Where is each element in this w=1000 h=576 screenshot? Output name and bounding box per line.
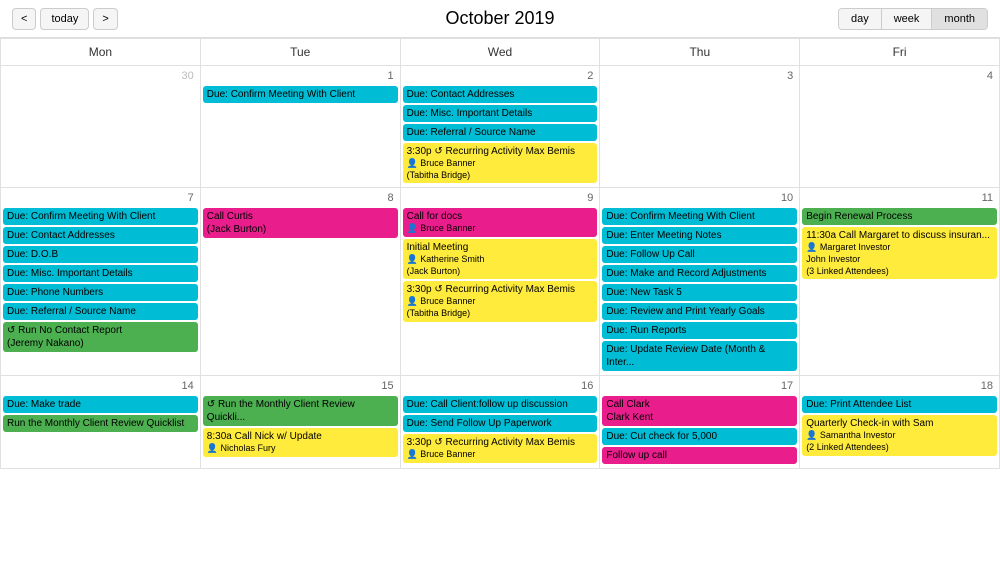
week-view-button[interactable]: week	[882, 9, 933, 29]
event[interactable]: Due: Update Review Date (Month & Inter..…	[602, 341, 797, 371]
event[interactable]: Begin Renewal Process	[802, 208, 997, 225]
event[interactable]: 3:30p ↺ Recurring Activity Max Bemis👤 Br…	[403, 434, 598, 463]
today-button[interactable]: today	[40, 8, 89, 30]
day-number: 4	[802, 68, 997, 84]
event[interactable]: Due: Send Follow Up Paperwork	[403, 415, 598, 432]
day-number: 1	[203, 68, 398, 84]
event[interactable]: Due: Follow Up Call	[602, 246, 797, 263]
event[interactable]: Due: Referral / Source Name	[403, 124, 598, 141]
next-button[interactable]: >	[93, 8, 117, 30]
event[interactable]: Run the Monthly Client Review Quicklist	[3, 415, 198, 432]
day-number: 10	[602, 190, 797, 206]
day-cell[interactable]: 17 Call ClarkClark Kent Due: Cut check for…	[600, 376, 800, 469]
event[interactable]: Due: Call Client:follow up discussion	[403, 396, 598, 413]
event[interactable]: Due: Contact Addresses	[3, 227, 198, 244]
month-view-button[interactable]: month	[932, 9, 987, 29]
col-header-fri: Fri	[800, 39, 1000, 66]
event[interactable]: Due: Confirm Meeting With Client	[3, 208, 198, 225]
day-number: 7	[3, 190, 198, 206]
day-cell[interactable]: 1 Due: Confirm Meeting With Client	[200, 66, 400, 188]
col-header-tue: Tue	[200, 39, 400, 66]
day-number: 18	[802, 378, 997, 394]
col-header-wed: Wed	[400, 39, 600, 66]
calendar-header: < today > October 2019 day week month	[0, 0, 1000, 38]
day-cell[interactable]: 11 Begin Renewal Process 11:30a Call Marga…	[800, 188, 1000, 376]
event[interactable]: Due: Run Reports	[602, 322, 797, 339]
event[interactable]: Due: Referral / Source Name	[3, 303, 198, 320]
event[interactable]: Due: Review and Print Yearly Goals	[602, 303, 797, 320]
day-number: 8	[203, 190, 398, 206]
event[interactable]: Due: Make trade	[3, 396, 198, 413]
col-header-mon: Mon	[1, 39, 201, 66]
day-cell[interactable]: 30	[1, 66, 201, 188]
calendar-grid: Mon Tue Wed Thu Fri 30 1 Due: Confirm Meet…	[0, 38, 1000, 469]
event[interactable]: 3:30p ↺ Recurring Activity Max Bemis👤 Br…	[403, 143, 598, 183]
day-cell[interactable]: 7 Due: Confirm Meeting With Client Due: Co…	[1, 188, 201, 376]
event[interactable]: Due: Phone Numbers	[3, 284, 198, 301]
event[interactable]: Call Curtis(Jack Burton)	[203, 208, 398, 238]
event[interactable]: Due: Print Attendee List	[802, 396, 997, 413]
day-cell[interactable]: 14 Due: Make trade Run the Monthly Client …	[1, 376, 201, 469]
day-cell[interactable]: 2 Due: Contact Addresses Due: Misc. Import…	[400, 66, 600, 188]
prev-button[interactable]: <	[12, 8, 36, 30]
view-switcher: day week month	[838, 8, 988, 30]
day-cell[interactable]: 4	[800, 66, 1000, 188]
event[interactable]: Quarterly Check-in with Sam👤 Samantha In…	[802, 415, 997, 455]
day-number: 17	[602, 378, 797, 394]
day-cell[interactable]: 3	[600, 66, 800, 188]
day-number: 9	[403, 190, 598, 206]
day-number: 15	[203, 378, 398, 394]
event[interactable]: Due: Cut check for 5,000	[602, 428, 797, 445]
event[interactable]: Call for docs👤 Bruce Banner	[403, 208, 598, 237]
day-number: 11	[802, 190, 997, 206]
day-number: 3	[602, 68, 797, 84]
event[interactable]: Due: New Task 5	[602, 284, 797, 301]
day-cell[interactable]: 16 Due: Call Client:follow up discussion D…	[400, 376, 600, 469]
day-number: 14	[3, 378, 198, 394]
event[interactable]: Due: Confirm Meeting With Client	[203, 86, 398, 103]
day-number: 16	[403, 378, 598, 394]
event[interactable]: ↺ Run No Contact Report(Jeremy Nakano)	[3, 322, 198, 352]
event[interactable]: ↺ Run the Monthly Client Review Quickli.…	[203, 396, 398, 426]
event[interactable]: Due: Confirm Meeting With Client	[602, 208, 797, 225]
event[interactable]: Call ClarkClark Kent	[602, 396, 797, 426]
event[interactable]: 8:30a Call Nick w/ Update👤 Nicholas Fury	[203, 428, 398, 457]
event[interactable]: Initial Meeting👤 Katherine Smith(Jack Bu…	[403, 239, 598, 279]
day-cell[interactable]: 10 Due: Confirm Meeting With Client Due: E…	[600, 188, 800, 376]
day-view-button[interactable]: day	[839, 9, 882, 29]
event[interactable]: Due: Misc. Important Details	[403, 105, 598, 122]
month-title: October 2019	[445, 8, 554, 29]
day-cell[interactable]: 8 Call Curtis(Jack Burton)	[200, 188, 400, 376]
event[interactable]: Due: Enter Meeting Notes	[602, 227, 797, 244]
event[interactable]: Due: Contact Addresses	[403, 86, 598, 103]
day-number: 30	[3, 68, 198, 84]
col-header-thu: Thu	[600, 39, 800, 66]
event[interactable]: Due: Misc. Important Details	[3, 265, 198, 282]
day-cell[interactable]: 18 Due: Print Attendee List Quarterly Chec…	[800, 376, 1000, 469]
event[interactable]: Due: Make and Record Adjustments	[602, 265, 797, 282]
event[interactable]: Follow up call	[602, 447, 797, 464]
day-number: 2	[403, 68, 598, 84]
event[interactable]: Due: D.O.B	[3, 246, 198, 263]
event[interactable]: 3:30p ↺ Recurring Activity Max Bemis👤 Br…	[403, 281, 598, 321]
day-cell[interactable]: 9 Call for docs👤 Bruce BannerInitial Meet…	[400, 188, 600, 376]
day-cell[interactable]: 15 ↺ Run the Monthly Client Review Quickl…	[200, 376, 400, 469]
event[interactable]: 11:30a Call Margaret to discuss insuran.…	[802, 227, 997, 279]
